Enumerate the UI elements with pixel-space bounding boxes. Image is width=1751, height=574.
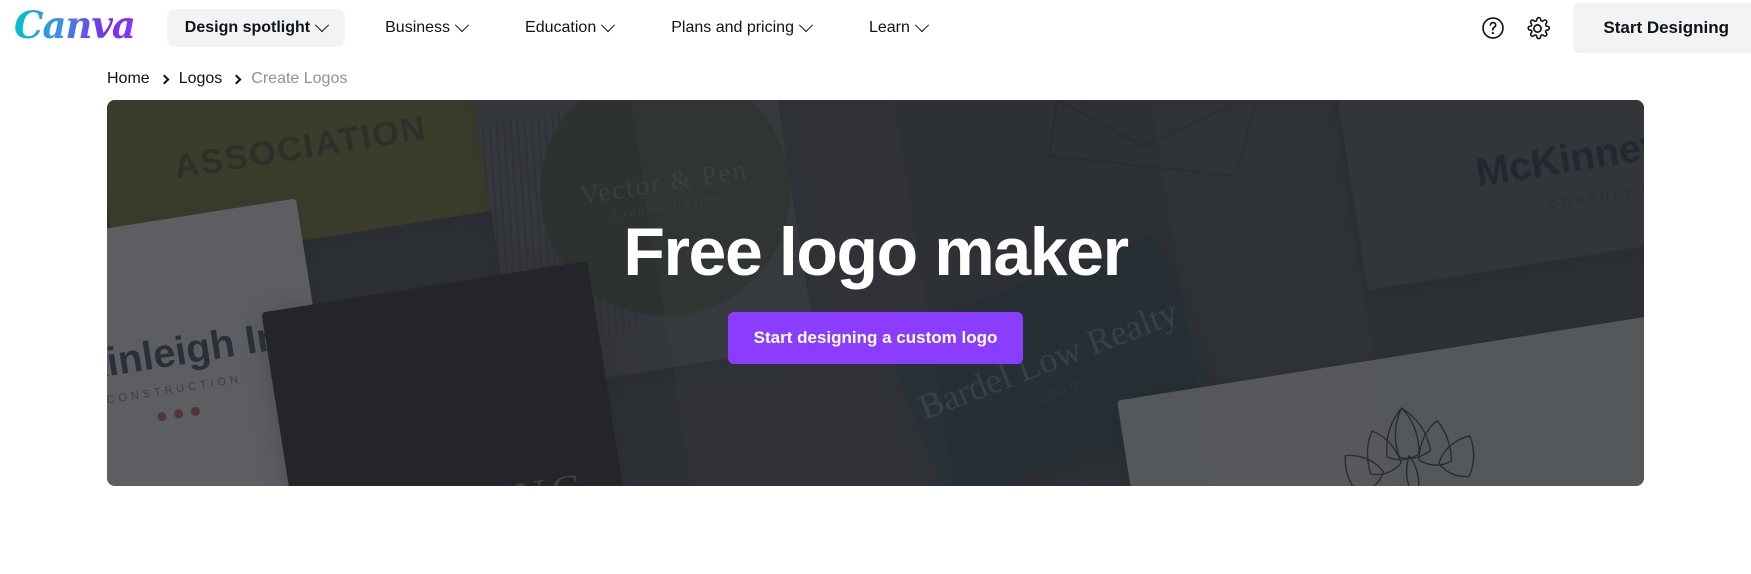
help-circle-icon <box>1482 17 1505 39</box>
breadcrumb: Home Logos Create Logos <box>0 56 1751 100</box>
chevron-down-icon <box>798 18 814 33</box>
chevron-down-icon <box>601 18 616 33</box>
chevron-down-icon <box>315 18 330 33</box>
canva-logo[interactable]: Canva <box>14 6 141 50</box>
nav-item-label: Learn <box>868 19 910 36</box>
nav-item-label: Plans and pricing <box>671 19 794 36</box>
hero-section-wrapper: ASSOCIATION Vector & Pen Graphic Design … <box>0 100 1751 486</box>
nav-menu: Design spotlight Business Education Plan… <box>166 9 945 47</box>
start-designing-custom-logo-button[interactable]: Start designing a custom logo <box>727 312 1024 364</box>
nav-item-learn[interactable]: Learn <box>851 9 945 47</box>
gear-icon <box>1527 16 1550 39</box>
nav-item-business[interactable]: Business <box>367 9 485 47</box>
nav-actions: Start Designing <box>1471 0 1751 56</box>
chevron-down-icon <box>454 18 470 33</box>
hero-banner: ASSOCIATION Vector & Pen Graphic Design … <box>107 100 1644 486</box>
breadcrumb-item-logos[interactable]: Logos <box>179 70 223 88</box>
top-navigation-bar: Canva Design spotlight Business Educatio… <box>0 0 1751 56</box>
nav-item-education[interactable]: Education <box>507 9 631 47</box>
hero-title: Free logo maker <box>623 214 1129 290</box>
nav-item-label: Design spotlight <box>184 19 311 36</box>
chevron-right-icon <box>159 74 170 84</box>
chevron-right-icon <box>231 74 242 84</box>
nav-item-label: Business <box>385 19 451 36</box>
start-designing-button[interactable]: Start Designing <box>1573 3 1751 53</box>
help-button[interactable] <box>1471 6 1515 50</box>
chevron-down-icon <box>914 18 929 33</box>
breadcrumb-item-home[interactable]: Home <box>107 70 150 88</box>
nav-item-label: Education <box>525 19 597 36</box>
breadcrumb-item-create-logos: Create Logos <box>251 70 348 87</box>
hero-content: Free logo maker Start designing a custom… <box>107 100 1644 486</box>
settings-button[interactable] <box>1515 6 1559 50</box>
nav-item-design-spotlight[interactable]: Design spotlight <box>166 9 346 47</box>
nav-item-plans-and-pricing[interactable]: Plans and pricing <box>653 9 829 47</box>
